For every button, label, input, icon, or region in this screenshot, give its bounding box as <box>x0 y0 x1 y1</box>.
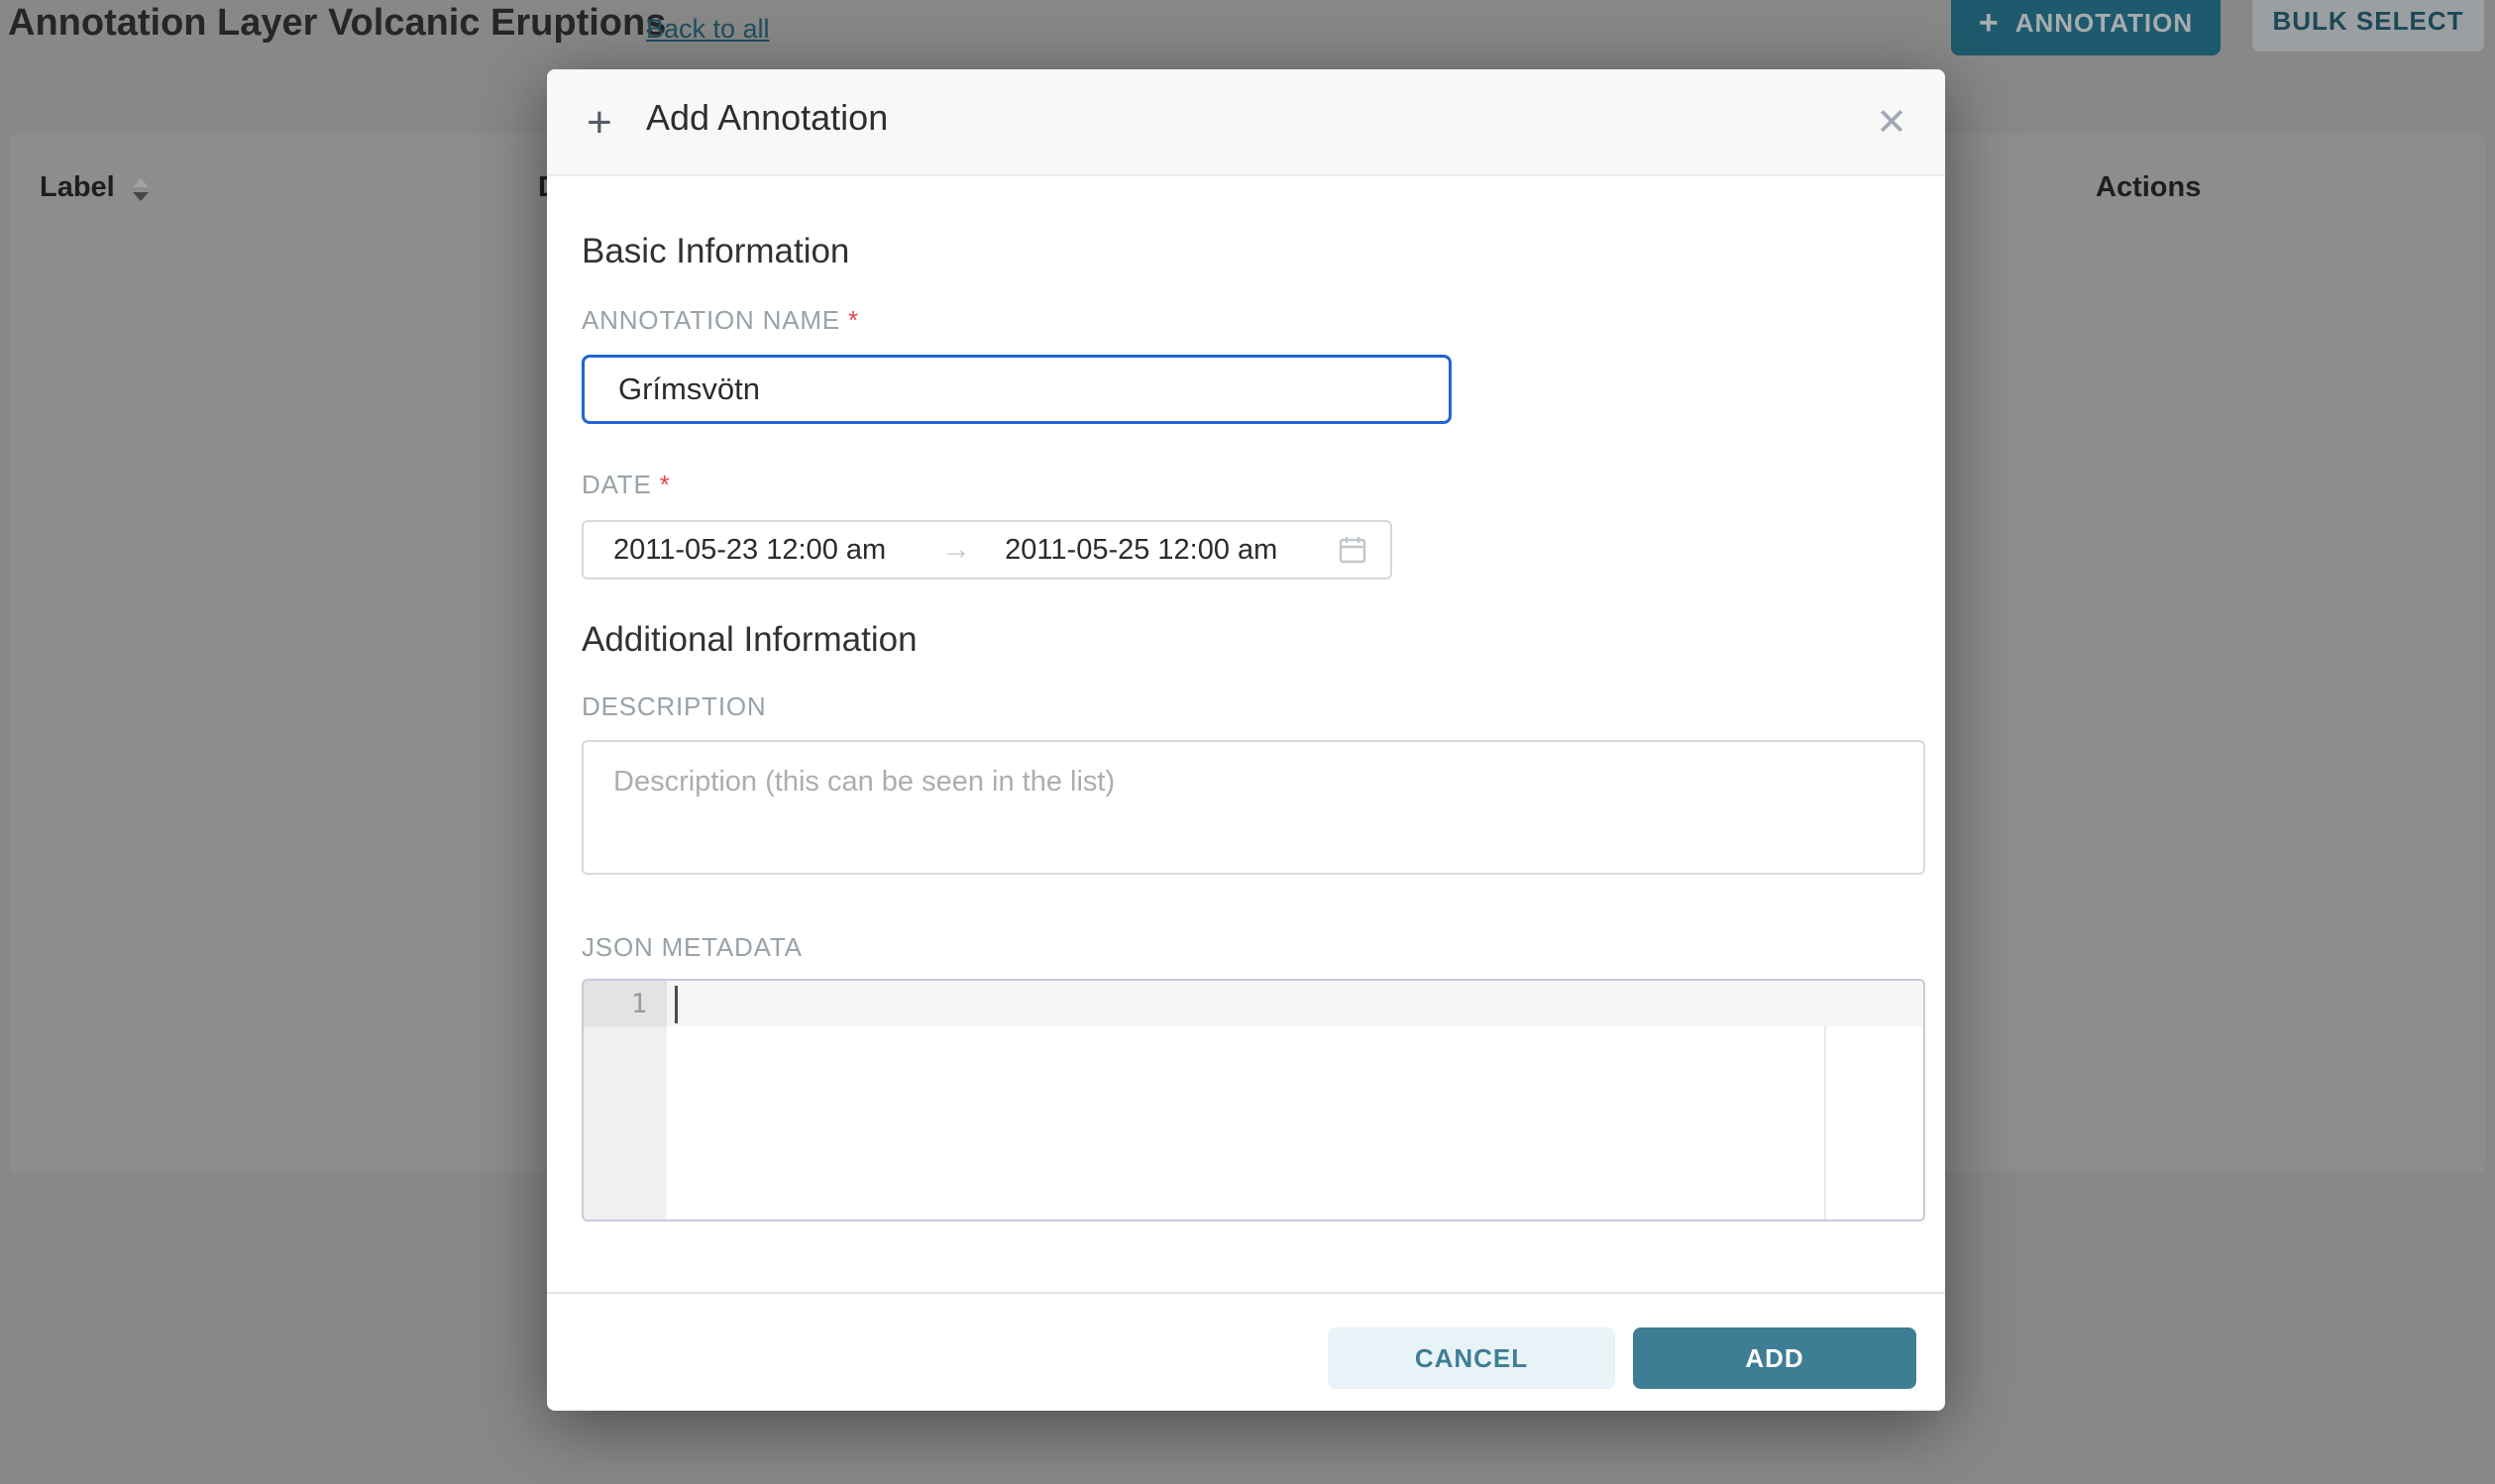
sort-caret-up-icon <box>133 178 149 187</box>
editor-active-line <box>667 981 1923 1026</box>
modal-header: + Add Annotation ✕ <box>547 69 1945 176</box>
add-annotation-modal: + Add Annotation ✕ Basic Information ANN… <box>547 69 1945 1411</box>
footer-divider <box>547 1292 1945 1294</box>
date-end-value[interactable]: 2011-05-25 12:00 am <box>1005 534 1277 567</box>
close-icon[interactable]: ✕ <box>1876 95 1907 151</box>
cancel-button[interactable]: CANCEL <box>1328 1327 1615 1389</box>
editor-cursor <box>675 986 678 1023</box>
annotation-button-label: ANNOTATION <box>2015 8 2193 39</box>
editor-line-number: 1 <box>584 989 647 1019</box>
required-asterisk: * <box>848 305 859 335</box>
plus-icon: + <box>1979 6 2000 40</box>
table-header-actions: Actions <box>2096 171 2201 204</box>
annotation-name-label: ANNOTATION NAME* <box>582 305 859 336</box>
modal-title: Add Annotation <box>646 97 888 139</box>
bulk-select-button[interactable]: BULK SELECT <box>2252 0 2484 52</box>
back-to-all-link[interactable]: Back to all <box>646 14 770 45</box>
description-textarea[interactable] <box>582 740 1925 875</box>
json-metadata-editor[interactable]: 1 <box>582 979 1925 1221</box>
page-title: Annotation Layer Volcanic Eruptions <box>8 2 666 45</box>
arrow-right-icon: → <box>941 533 971 567</box>
table-header-label-text: Label <box>40 171 115 204</box>
annotation-name-input[interactable] <box>582 355 1452 424</box>
date-range-picker[interactable]: 2011-05-23 12:00 am → 2011-05-25 12:00 a… <box>582 520 1392 580</box>
description-label: DESCRIPTION <box>582 691 766 722</box>
required-asterisk: * <box>660 470 671 499</box>
section-basic-information: Basic Information <box>582 232 849 271</box>
section-additional-information: Additional Information <box>582 620 918 660</box>
sort-caret-down-icon <box>133 192 149 201</box>
annotation-button[interactable]: + ANNOTATION <box>1951 0 2221 55</box>
calendar-icon <box>1337 534 1368 566</box>
table-header-label[interactable]: Label <box>40 171 149 204</box>
date-label: DATE* <box>582 470 671 500</box>
add-button[interactable]: ADD <box>1633 1327 1916 1389</box>
screen: Annotation Layer Volcanic Eruptions Back… <box>0 0 2495 1484</box>
json-metadata-label: JSON METADATA <box>582 932 803 963</box>
date-start-value[interactable]: 2011-05-23 12:00 am <box>613 534 886 567</box>
sort-icon <box>133 178 149 201</box>
plus-icon: + <box>587 95 612 151</box>
